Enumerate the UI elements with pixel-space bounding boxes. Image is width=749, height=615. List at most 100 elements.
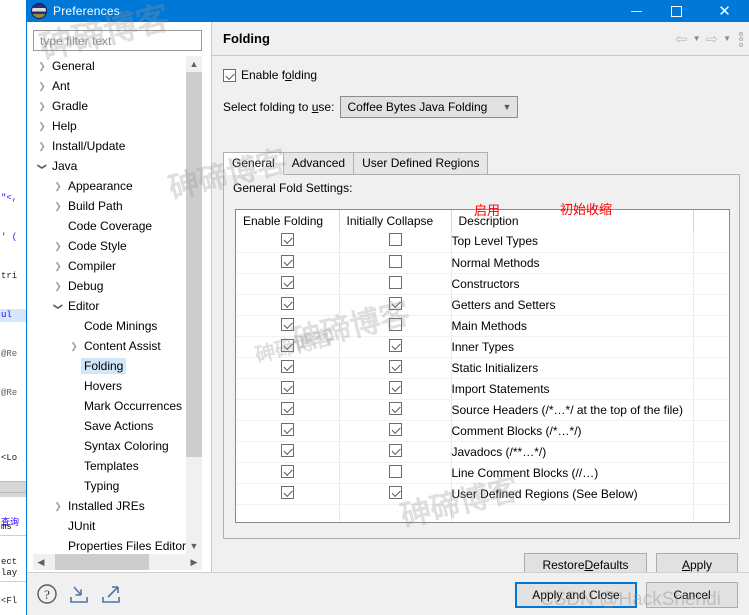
initially-collapse-row-checkbox[interactable] <box>388 359 402 373</box>
enable-folding-row-checkbox[interactable] <box>280 254 294 268</box>
initially-collapse-cell[interactable] <box>339 483 452 505</box>
enable-folding-cell[interactable] <box>236 378 340 400</box>
chevron-right-icon[interactable]: ❯ <box>51 501 65 511</box>
column-header[interactable]: Enable Folding <box>236 210 340 231</box>
sidebar-item-installed-jres[interactable]: ❯ Installed JREs <box>33 496 202 516</box>
initially-collapse-cell[interactable] <box>339 252 452 274</box>
sidebar-item-build-path[interactable]: ❯ Build Path <box>33 196 202 216</box>
scroll-right-icon[interactable]: ▶ <box>186 557 202 568</box>
forward-arrow-icon[interactable]: ⇨ <box>706 32 719 47</box>
sidebar-item-code-style[interactable]: ❯ Code Style <box>33 236 202 256</box>
enable-folding-cell[interactable] <box>236 315 340 337</box>
sidebar-item-help[interactable]: ❯ Help <box>33 116 202 136</box>
chevron-right-icon[interactable]: ❯ <box>51 281 65 291</box>
chevron-right-icon[interactable]: ❯ <box>35 101 49 111</box>
initially-collapse-row-checkbox[interactable] <box>388 443 402 457</box>
sidebar-item-compiler[interactable]: ❯ Compiler <box>33 256 202 276</box>
chevron-right-icon[interactable]: ❯ <box>51 201 65 211</box>
enable-folding-cell[interactable] <box>236 420 340 442</box>
table-row[interactable]: Static Initializers <box>236 357 729 379</box>
sidebar-item-debug[interactable]: ❯ Debug <box>33 276 202 296</box>
initially-collapse-cell[interactable] <box>339 462 452 484</box>
scrollbar-thumb-horizontal[interactable] <box>55 554 149 570</box>
table-row[interactable]: Getters and Setters <box>236 294 729 316</box>
enable-folding-cell[interactable] <box>236 483 340 505</box>
table-row[interactable]: Line Comment Blocks (//…) <box>236 462 729 484</box>
column-header[interactable]: Initially Collapse <box>339 210 452 231</box>
initially-collapse-row-checkbox[interactable] <box>388 296 402 310</box>
enable-folding-row-checkbox[interactable] <box>280 338 294 352</box>
initially-collapse-row-checkbox[interactable] <box>388 338 402 352</box>
sidebar-item-editor[interactable]: ❯ Editor <box>33 296 202 316</box>
chevron-right-icon[interactable]: ❯ <box>35 141 49 151</box>
initially-collapse-cell[interactable] <box>339 294 452 316</box>
table-row[interactable]: Inner Types <box>236 336 729 358</box>
fold-settings-table-frame[interactable]: Enable Folding Initially Collapse Descript… <box>235 209 730 523</box>
enable-folding-cell[interactable] <box>236 252 340 274</box>
sidebar-item-typing[interactable]: Typing <box>33 476 202 496</box>
enable-folding-cell[interactable] <box>236 294 340 316</box>
scrollbar-track-horizontal[interactable] <box>49 554 186 570</box>
enable-folding-cell[interactable] <box>236 336 340 358</box>
enable-folding-cell[interactable] <box>236 462 340 484</box>
export-icon[interactable] <box>100 583 122 605</box>
initially-collapse-row-checkbox[interactable] <box>388 422 402 436</box>
chevron-right-icon[interactable]: ❯ <box>67 341 81 351</box>
enable-folding-row-checkbox[interactable] <box>280 380 294 394</box>
sidebar-item-gradle[interactable]: ❯ Gradle <box>33 96 202 116</box>
chevron-right-icon[interactable]: ❯ <box>51 241 65 251</box>
sidebar-item-code-coverage[interactable]: Code Coverage <box>33 216 202 236</box>
sidebar-item-content-assist[interactable]: ❯ Content Assist <box>33 336 202 356</box>
initially-collapse-row-checkbox[interactable] <box>388 233 402 247</box>
enable-folding-row-checkbox[interactable] <box>280 401 294 415</box>
initially-collapse-cell[interactable] <box>339 441 452 463</box>
tab-user-defined-regions[interactable]: User Defined Regions <box>353 152 489 174</box>
folding-provider-select[interactable]: Coffee Bytes Java Folding ▼ <box>340 96 519 118</box>
table-row[interactable]: User Defined Regions (See Below) <box>236 483 729 505</box>
sidebar-item-mark-occurrences[interactable]: Mark Occurrences <box>33 396 202 416</box>
view-menu-icon[interactable] <box>739 31 743 47</box>
preferences-tree[interactable]: ❯ General ❯ Ant ❯ Gradle ❯ Help ❯ Install/Update ❯… <box>33 56 202 554</box>
initially-collapse-cell[interactable] <box>339 420 452 442</box>
tab-general[interactable]: General <box>223 152 284 175</box>
scroll-left-icon[interactable]: ◀ <box>33 557 49 568</box>
sidebar-item-syntax-coloring[interactable]: Syntax Coloring <box>33 436 202 456</box>
filter-box[interactable] <box>33 30 202 51</box>
enable-folding-checkbox[interactable] <box>223 68 236 82</box>
initially-collapse-row-checkbox[interactable] <box>388 275 402 289</box>
scrollbar-track[interactable] <box>186 72 202 538</box>
table-row[interactable]: Comment Blocks (/*…*/) <box>236 420 729 442</box>
tab-advanced[interactable]: Advanced <box>282 152 355 174</box>
initially-collapse-cell[interactable] <box>339 231 452 253</box>
chevron-down-icon[interactable]: ❯ <box>38 159 48 173</box>
initially-collapse-row-checkbox[interactable] <box>388 254 402 268</box>
initially-collapse-row-checkbox[interactable] <box>388 464 402 478</box>
back-dropdown-icon[interactable]: ▼ <box>693 35 701 43</box>
table-row[interactable]: Normal Methods <box>236 252 729 274</box>
enable-folding-cell[interactable] <box>236 273 340 295</box>
sidebar-item-properties-files-editor[interactable]: Properties Files Editor <box>33 536 202 554</box>
sidebar-item-folding[interactable]: Folding <box>33 356 202 376</box>
enable-folding-row-checkbox[interactable] <box>280 233 294 247</box>
enable-folding-row-checkbox[interactable] <box>280 443 294 457</box>
initially-collapse-cell[interactable] <box>339 399 452 421</box>
initially-collapse-cell[interactable] <box>339 378 452 400</box>
table-row[interactable]: Import Statements <box>236 378 729 400</box>
table-row[interactable]: Source Headers (/*…*/ at the top of the … <box>236 399 729 421</box>
sidebar-item-java[interactable]: ❯ Java <box>33 156 202 176</box>
minimize-button[interactable] <box>620 0 653 22</box>
table-row[interactable]: Constructors <box>236 273 729 295</box>
tree-horizontal-scrollbar[interactable]: ◀ ▶ <box>33 554 202 570</box>
back-arrow-icon[interactable]: ⇦ <box>675 32 688 47</box>
help-icon[interactable]: ? <box>36 583 58 605</box>
initially-collapse-cell[interactable] <box>339 273 452 295</box>
chevron-right-icon[interactable]: ❯ <box>51 181 65 191</box>
scroll-down-icon[interactable]: ▼ <box>186 538 202 554</box>
enable-folding-row-checkbox[interactable] <box>280 464 294 478</box>
enable-folding-cell[interactable] <box>236 231 340 253</box>
tree-vertical-scrollbar[interactable]: ▲ ▼ <box>186 56 202 554</box>
enable-folding-row-checkbox[interactable] <box>280 359 294 373</box>
sidebar-item-save-actions[interactable]: Save Actions <box>33 416 202 436</box>
chevron-right-icon[interactable]: ❯ <box>35 61 49 71</box>
import-icon[interactable] <box>68 583 90 605</box>
